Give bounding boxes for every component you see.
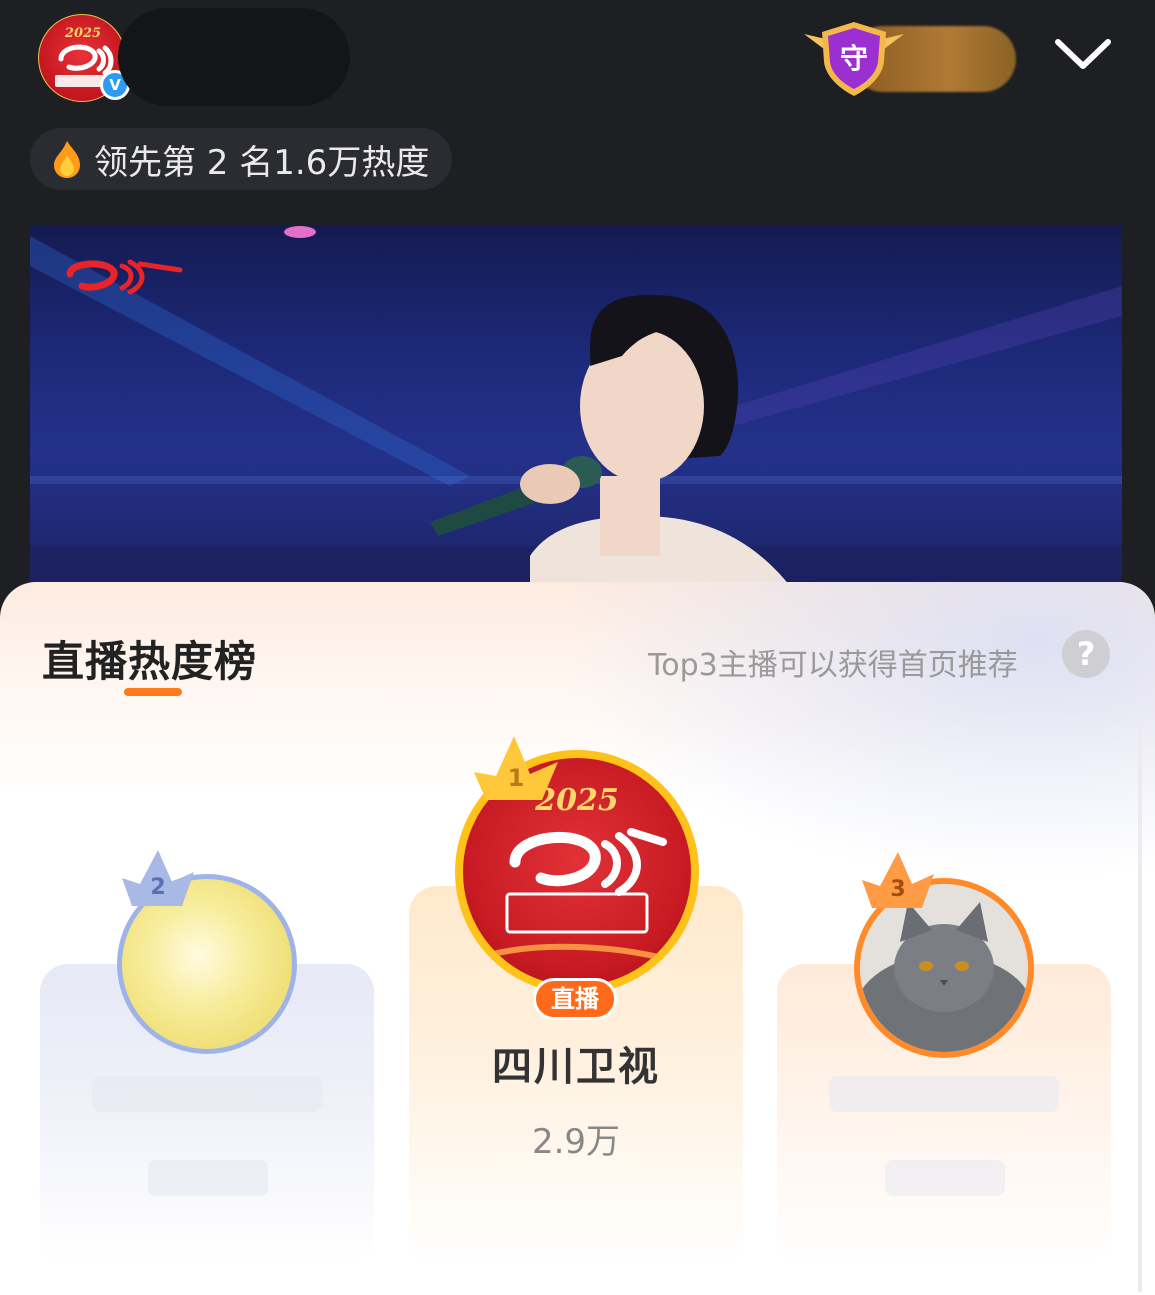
svg-text:2: 2 [150,875,165,900]
rank-2-crown-icon: 2 [122,850,194,906]
svg-text:1: 1 [508,764,525,792]
title-underline [124,688,182,696]
lead-text: 领先第 2 名1.6万热度 [94,142,430,183]
rank-3-score-redacted [885,1160,1005,1196]
flame-icon [54,141,80,178]
svg-text:3: 3 [890,877,905,902]
streamer-avatar[interactable]: 2025 V [38,14,130,104]
rank-3-crown-icon: 3 [862,852,934,908]
chevron-down-icon[interactable] [1050,30,1116,80]
rank-2-name-redacted [92,1076,322,1112]
live-video-player[interactable] [30,226,1122,606]
rank-1-score: 2.9万 [531,1122,621,1162]
svg-text:守: 守 [840,42,868,75]
rank-2-score-redacted [148,1160,268,1196]
ranking-tip: Top3主播可以获得首页推荐 [648,648,1018,683]
guard-rank-badge[interactable]: 守 [800,18,1020,98]
help-icon[interactable]: ? [1062,630,1110,678]
scrollbar-track[interactable] [1138,732,1142,1292]
rank-1-crown-icon: 1 [474,736,558,800]
svg-text:2025: 2025 [64,26,101,41]
live-status-tag: 直播 [533,978,617,1020]
ranking-title[interactable]: 直播热度榜 [42,628,257,689]
rank-1-name[interactable]: 四川卫视 [409,1034,743,1092]
guard-shield-icon: 守 [804,22,904,96]
ranking-sheet: 直播热度榜 Top3主播可以获得首页推荐 ? 2 2025 1 直播 四川卫视 … [0,582,1155,1295]
lead-status-pill[interactable]: 领先第 2 名1.6万热度 [30,128,452,190]
top-bar: 2025 V 守 [0,0,1155,120]
streamer-name-pill[interactable] [118,8,350,106]
rank-3-name-redacted [829,1076,1059,1112]
